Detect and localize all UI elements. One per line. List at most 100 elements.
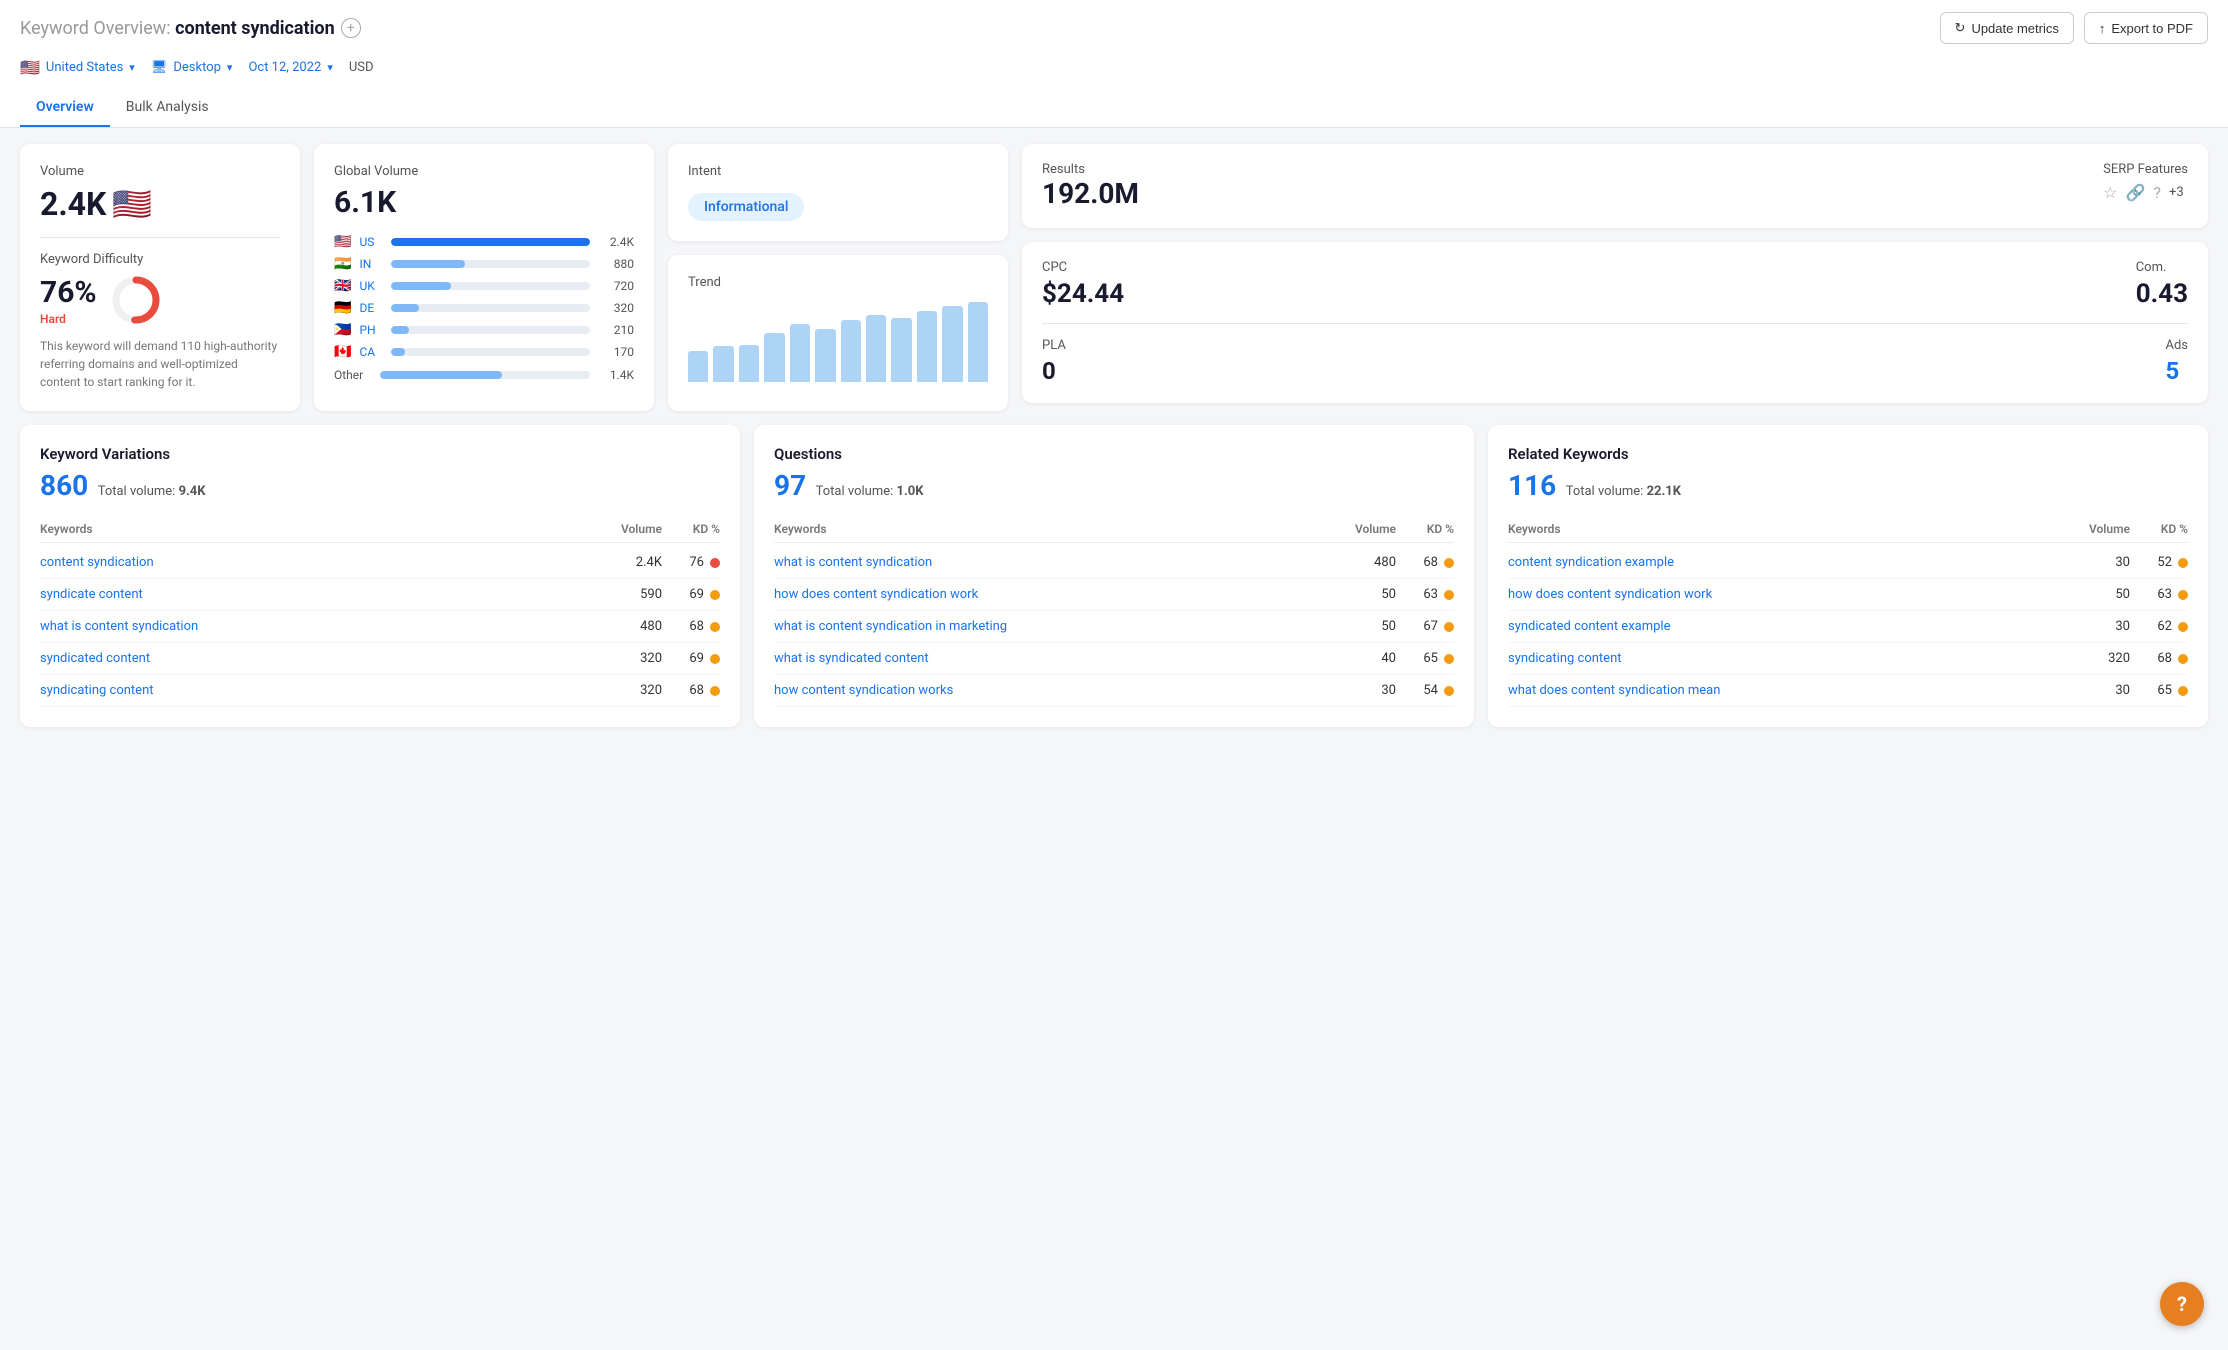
keyword-name: content syndication	[175, 18, 335, 39]
pla-ads-row: PLA 0 Ads 5	[1042, 323, 2188, 385]
chevron-down-icon-3: ▾	[327, 61, 333, 74]
date-filter[interactable]: Oct 12, 2022 ▾	[248, 56, 332, 79]
volume-cell: 480	[610, 619, 670, 634]
keyword-link[interactable]: how does content syndication work	[1508, 587, 2078, 602]
currency-label: USD	[349, 60, 374, 75]
volume-cell: 2.4K	[610, 555, 670, 570]
keyword-link[interactable]: syndicated content example	[1508, 619, 2078, 634]
keyword-link[interactable]: what is syndicated content	[774, 651, 1344, 666]
top-actions: ↻ Update metrics ↑ Export to PDF	[1940, 12, 2208, 44]
country-filter[interactable]: 🇺🇸 United States ▾	[20, 54, 135, 81]
tab-overview[interactable]: Overview	[20, 89, 110, 127]
keyword-link[interactable]: syndicated content	[40, 651, 610, 666]
kd-dot-icon	[1444, 686, 1454, 696]
global-volume-value: 6.1K	[334, 185, 634, 220]
volume-cell: 30	[2078, 683, 2138, 698]
country-bar-fill	[391, 348, 405, 356]
export-pdf-btn[interactable]: ↑ Export to PDF	[2084, 12, 2208, 44]
update-metrics-btn[interactable]: ↻ Update metrics	[1940, 12, 2074, 44]
country-row: 🇩🇪 DE 320	[334, 300, 634, 316]
related-keywords-card: Related Keywords 116 Total volume: 22.1K…	[1488, 425, 2208, 727]
filters-row: 🇺🇸 United States ▾ 🖥 Desktop ▾ Oct 12, 2…	[20, 54, 2208, 81]
keyword-link[interactable]: syndicating content	[40, 683, 610, 698]
kd-dot-icon	[1444, 622, 1454, 632]
kd-number: 63	[2157, 587, 2172, 602]
results-metrics-col: Results 192.0M SERP Features ☆ 🔗 ? +3	[1022, 144, 2208, 411]
keyword-link[interactable]: syndicate content	[40, 587, 610, 602]
keyword-link[interactable]: what is content syndication	[40, 619, 610, 634]
kd-dot-icon	[2178, 686, 2188, 696]
kv-col-keywords: Keywords	[40, 522, 610, 536]
volume-cell: 320	[610, 651, 670, 666]
keyword-link[interactable]: what is content syndication in marketing	[774, 619, 1344, 634]
kd-number: 68	[689, 683, 704, 698]
q-table-header: Keywords Volume KD %	[774, 516, 1454, 543]
ads-value: 5	[2165, 357, 2188, 385]
trend-bars	[688, 302, 988, 382]
trend-bar-item	[688, 351, 708, 382]
kd-cell: 69	[670, 587, 720, 602]
kd-number: 69	[689, 587, 704, 602]
trend-bar-item	[891, 318, 911, 382]
keyword-link[interactable]: what is content syndication	[774, 555, 1344, 570]
country-row: 🇺🇸 US 2.4K	[334, 234, 634, 250]
kd-number: 54	[1423, 683, 1438, 698]
q-count-row: 97 Total volume: 1.0K	[774, 469, 1454, 502]
kv-col-volume: Volume	[610, 522, 670, 536]
bottom-row: Keyword Variations 860 Total volume: 9.4…	[20, 425, 2208, 727]
global-volume-label: Global Volume	[334, 164, 634, 179]
kv-title: Keyword Variations	[40, 445, 720, 463]
kd-cell: 54	[1404, 683, 1454, 698]
kd-cell: 52	[2138, 555, 2188, 570]
country-flag-icon: 🇮🇳	[334, 256, 351, 272]
other-row: Other 1.4K	[334, 368, 634, 382]
q-col-volume: Volume	[1344, 522, 1404, 536]
kd-cell: 68	[670, 683, 720, 698]
add-keyword-btn[interactable]: +	[341, 18, 361, 38]
global-volume-card: Global Volume 6.1K 🇺🇸 US 2.4K 🇮🇳 IN 880 …	[314, 144, 654, 411]
country-row: 🇵🇭 PH 210	[334, 322, 634, 338]
date-label: Oct 12, 2022	[248, 60, 321, 75]
intent-trend-col: Intent Informational Trend	[668, 144, 1008, 411]
cpc-label: CPC	[1042, 260, 1124, 275]
volume-value: 2.4K 🇺🇸	[40, 185, 280, 223]
trend-label: Trend	[688, 275, 988, 290]
tab-bulk-analysis[interactable]: Bulk Analysis	[110, 89, 225, 127]
table-row: content syndication example 30 52	[1508, 547, 2188, 579]
kv-col-kd: KD %	[670, 522, 720, 536]
results-label: Results	[1042, 162, 1139, 177]
device-filter[interactable]: 🖥 Desktop ▾	[151, 56, 233, 79]
country-row: 🇨🇦 CA 170	[334, 344, 634, 360]
tabs: Overview Bulk Analysis	[20, 89, 2208, 127]
q-col-kd: KD %	[1404, 522, 1454, 536]
country-code: DE	[359, 301, 383, 315]
serp-plus-label: +3	[2169, 185, 2184, 200]
volume-cell: 50	[2078, 587, 2138, 602]
country-bars: 🇺🇸 US 2.4K 🇮🇳 IN 880 🇬🇧 UK 720 🇩🇪 DE	[334, 234, 634, 360]
kd-dot-icon	[1444, 590, 1454, 600]
volume-cell: 320	[610, 683, 670, 698]
keyword-link[interactable]: content syndication	[40, 555, 610, 570]
keyword-link[interactable]: what does content syndication mean	[1508, 683, 2078, 698]
serp-icon-link: 🔗	[2125, 183, 2145, 202]
table-row: syndicating content 320 68	[1508, 643, 2188, 675]
trend-bar-item	[942, 306, 962, 382]
volume-label: Volume	[40, 164, 280, 179]
country-row: 🇬🇧 UK 720	[334, 278, 634, 294]
help-button[interactable]: ?	[2160, 1282, 2204, 1326]
keyword-link[interactable]: how does content syndication work	[774, 587, 1344, 602]
keyword-link[interactable]: content syndication example	[1508, 555, 2078, 570]
other-value: 1.4K	[598, 368, 634, 382]
kd-dot-icon	[710, 558, 720, 568]
country-flag-icon: 🇩🇪	[334, 300, 351, 316]
rk-total: Total volume: 22.1K	[1566, 484, 1681, 499]
pla-value: 0	[1042, 357, 1066, 385]
keyword-link[interactable]: how content syndication works	[774, 683, 1344, 698]
kd-percent: 76%	[40, 275, 97, 310]
rk-title: Related Keywords	[1508, 445, 2188, 463]
kd-number: 67	[1423, 619, 1438, 634]
keyword-link[interactable]: syndicating content	[1508, 651, 2078, 666]
q-title: Questions	[774, 445, 1454, 463]
export-icon: ↑	[2099, 21, 2106, 36]
kd-dot-icon	[710, 686, 720, 696]
